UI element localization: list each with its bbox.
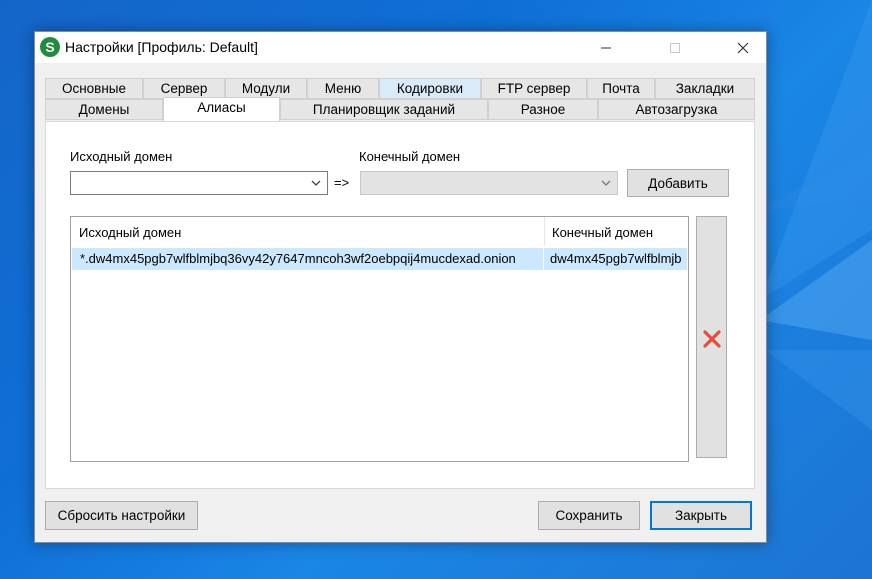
tab-encodings[interactable]: Кодировки [379, 78, 481, 99]
minimize-button[interactable] [583, 32, 629, 63]
window-title: Настройки [Профиль: Default] [65, 39, 258, 55]
tab-mail[interactable]: Почта [587, 78, 655, 99]
tab-ftp-server[interactable]: FTP сервер [481, 78, 587, 99]
tab-bookmarks[interactable]: Закладки [655, 78, 755, 99]
tab-domains[interactable]: Домены [45, 99, 163, 120]
arrow-separator: => [334, 175, 350, 190]
target-domain-label: Конечный домен [359, 149, 461, 164]
column-header-target[interactable]: Конечный домен [544, 217, 688, 245]
chevron-down-icon [601, 180, 611, 186]
maximize-icon [670, 42, 680, 53]
delete-alias-button[interactable] [696, 216, 727, 458]
row-target-cell: dw4mx45pgb7wlfblmjb [550, 251, 682, 266]
tab-server[interactable]: Сервер [143, 78, 225, 99]
tab-general[interactable]: Основные [45, 78, 143, 99]
tab-autoload[interactable]: Автозагрузка [598, 99, 755, 120]
aliases-list[interactable]: Исходный домен Конечный домен *.dw4mx45p… [70, 216, 689, 462]
settings-window: S Настройки [Профиль: Default] Основные … [34, 31, 767, 543]
app-logo-icon: S [40, 37, 60, 57]
chevron-down-icon [311, 180, 321, 186]
maximize-button[interactable] [652, 32, 698, 63]
row-divider [543, 248, 544, 270]
target-domain-combo[interactable] [360, 171, 618, 195]
close-button[interactable]: Закрыть [650, 501, 752, 530]
tab-menu[interactable]: Меню [307, 78, 379, 99]
title-bar: S Настройки [Профиль: Default] [35, 32, 766, 63]
minimize-icon [601, 47, 611, 48]
save-button[interactable]: Сохранить [538, 501, 640, 530]
table-row[interactable]: *.dw4mx45pgb7wlfblmjbq36vy42y7647mncoh3w… [72, 248, 687, 270]
close-icon [737, 42, 749, 53]
source-domain-combo[interactable] [70, 171, 328, 195]
column-header-source[interactable]: Исходный домен [71, 217, 544, 245]
tab-aliases[interactable]: Алиасы [163, 97, 280, 121]
row-source-cell: *.dw4mx45pgb7wlfblmjbq36vy42y7647mncoh3w… [80, 251, 516, 266]
source-domain-label: Исходный домен [70, 149, 173, 164]
close-window-button[interactable] [720, 32, 766, 63]
tab-modules[interactable]: Модули [225, 78, 307, 99]
tab-scheduler[interactable]: Планировщик заданий [280, 99, 488, 120]
tab-misc[interactable]: Разное [488, 99, 598, 120]
delete-x-icon [703, 330, 721, 348]
reset-settings-button[interactable]: Сбросить настройки [45, 501, 198, 530]
aliases-panel: Исходный домен => Конечный домен Добавит… [45, 121, 755, 489]
add-button[interactable]: Добавить [627, 169, 729, 197]
